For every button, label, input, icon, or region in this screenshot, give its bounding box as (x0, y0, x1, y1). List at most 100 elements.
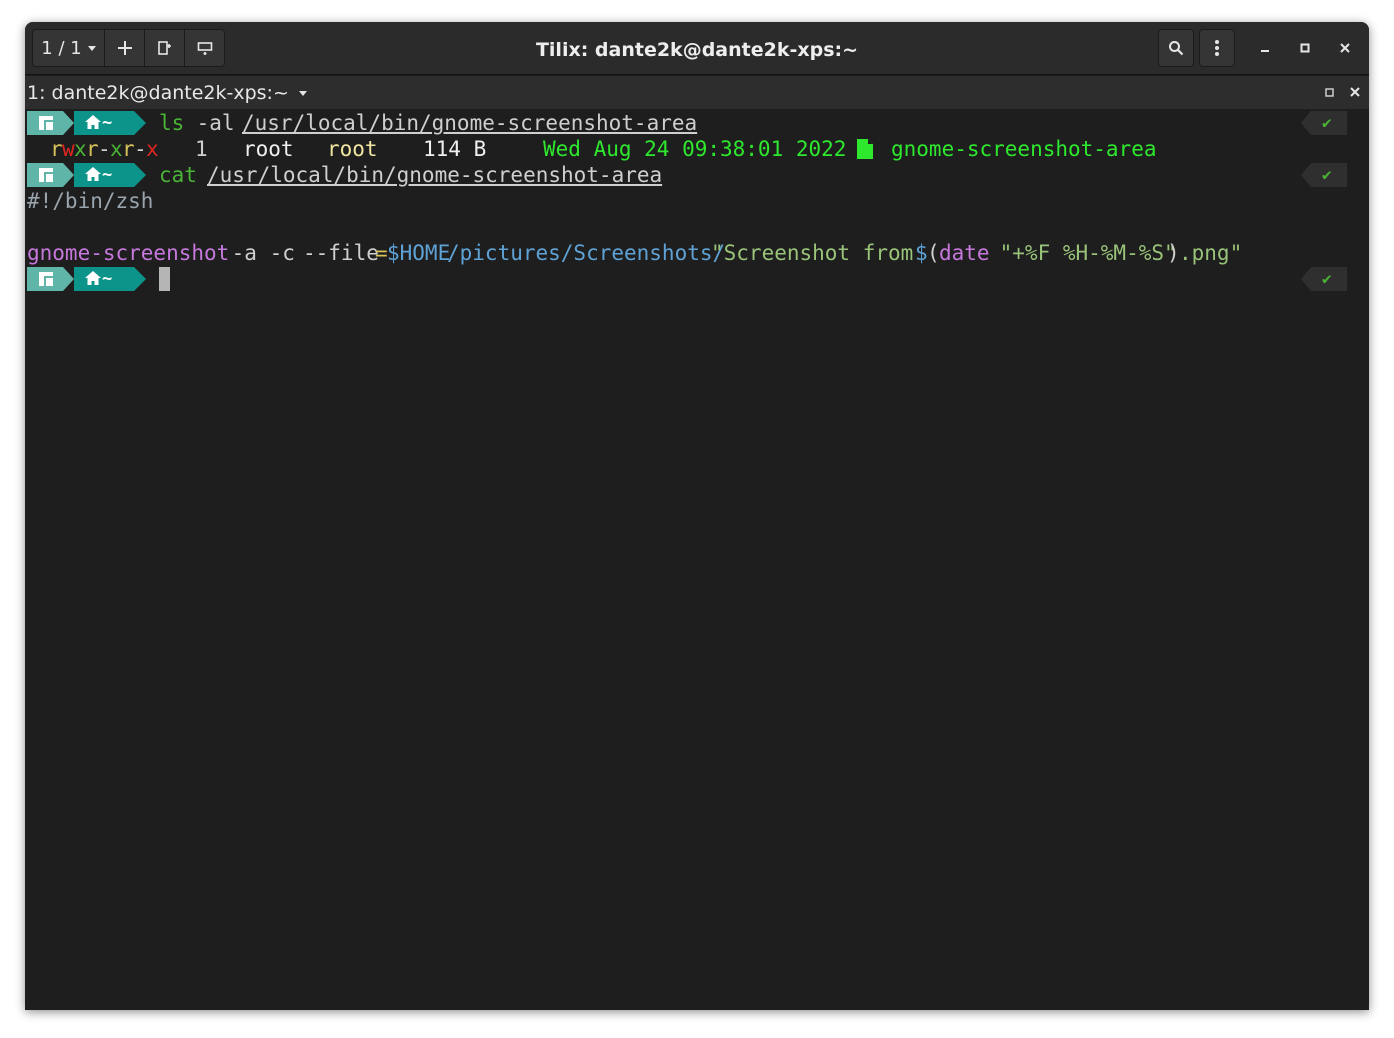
prompt-os-segment (27, 267, 63, 291)
session-switcher-button[interactable]: 1 / 1 (33, 30, 105, 66)
file-icon (857, 139, 873, 159)
session-toolbar: 1 / 1 (32, 29, 225, 67)
command-args: -al (184, 111, 248, 135)
title-bar: 1 / 1 Tilix: dante2k@dante2k-xps:~ (25, 22, 1369, 75)
search-button[interactable] (1158, 29, 1194, 67)
prompt-dir-segment: ~ (74, 111, 134, 135)
script-paren: ( (927, 241, 940, 265)
command-name: cat (159, 163, 197, 187)
pane-close-button[interactable] (1347, 84, 1363, 100)
split-down-icon (197, 42, 212, 55)
split-right-icon (157, 41, 171, 55)
modified-date: Wed Aug 24 09:38:01 2022 (543, 137, 847, 161)
prompt-dir-text: ~ (102, 269, 113, 289)
output-line: gnome-screenshot -a -c --file = $HOME /p… (25, 240, 1369, 266)
prompt-separator (134, 111, 146, 135)
manjaro-logo-icon (39, 272, 53, 286)
perm-char: r (122, 137, 135, 161)
script-string: "Screenshot from (711, 241, 926, 265)
exit-status-segment: ✔ (1301, 163, 1347, 187)
session-count-label: 1 / 1 (41, 37, 82, 59)
menu-button[interactable] (1199, 29, 1235, 67)
prompt-separator (63, 163, 74, 187)
home-icon (85, 115, 101, 129)
manjaro-logo-icon (39, 168, 53, 182)
script-subcommand: date (939, 241, 990, 265)
terminal-title-bar: 1: dante2k@dante2k-xps:~ (25, 76, 1369, 109)
ls-output-line: r w x r - x r - x 1 root root 114 B Wed … (25, 136, 1369, 162)
checkmark-icon: ✔ (1322, 269, 1332, 288)
home-icon (85, 167, 101, 181)
script-variable: $HOME (387, 241, 451, 265)
command-path: /usr/local/bin/gnome-screenshot-area (242, 111, 698, 135)
script-option: --file (303, 241, 379, 265)
script-string: "+%F %H-%M-%S" (987, 241, 1177, 265)
close-button[interactable] (1332, 35, 1358, 61)
output-line: #!/bin/zsh (25, 188, 1369, 214)
file-name: gnome-screenshot-area (891, 137, 1157, 161)
link-count: 1 (195, 137, 208, 161)
checkmark-icon: ✔ (1322, 165, 1332, 184)
maximize-button[interactable] (1292, 35, 1318, 61)
tilix-window: 1 / 1 Tilix: dante2k@dante2k-xps:~ 1: da… (25, 22, 1369, 1010)
search-icon (1169, 41, 1184, 56)
prompt-dir-segment: ~ (74, 163, 134, 187)
minimize-button[interactable] (1252, 35, 1278, 61)
prompt-os-segment (27, 163, 63, 187)
script-string: .png" (1179, 241, 1243, 265)
minimize-icon (1261, 50, 1269, 52)
add-terminal-down-button[interactable] (185, 30, 224, 66)
perm-char: - (134, 137, 147, 161)
prompt-os-segment (27, 111, 63, 135)
exit-status-segment: ✔ (1301, 267, 1347, 291)
owner: root (243, 137, 294, 161)
script-options: -a -c (219, 241, 308, 265)
script-command: gnome-screenshot (27, 241, 230, 265)
plus-icon (117, 41, 132, 55)
terminal-area[interactable]: ~ ls -al /usr/local/bin/gnome-screenshot… (25, 110, 1369, 1010)
add-terminal-button[interactable] (105, 30, 145, 66)
perm-char: x (146, 137, 159, 161)
script-equals: = (375, 241, 388, 265)
maximize-icon (1300, 43, 1310, 53)
prompt-separator (63, 111, 74, 135)
close-icon (1340, 43, 1350, 53)
close-icon (1350, 87, 1360, 97)
chevron-down-icon (298, 90, 307, 96)
prompt-separator (63, 267, 74, 291)
perm-char: - (98, 137, 111, 161)
prompt-separator (134, 163, 146, 187)
prompt-line: ~ ls -al /usr/local/bin/gnome-screenshot… (25, 110, 1369, 136)
perm-char: r (86, 137, 99, 161)
terminal-title: 1: dante2k@dante2k-xps:~ (27, 82, 289, 104)
perm-char: x (74, 137, 87, 161)
active-prompt-line[interactable]: ~ ✔ (25, 266, 1369, 292)
prompt-line: ~ cat /usr/local/bin/gnome-screenshot-ar… (25, 162, 1369, 188)
prompt-dir-text: ~ (102, 113, 113, 133)
terminal-title-menu[interactable]: 1: dante2k@dante2k-xps:~ (27, 81, 307, 105)
checkmark-icon: ✔ (1322, 113, 1332, 132)
kebab-menu-icon (1215, 40, 1219, 56)
command-path: /usr/local/bin/gnome-screenshot-area (207, 163, 663, 187)
perm-char: w (62, 137, 75, 161)
command-name: ls (159, 111, 185, 135)
file-size: 114 B (423, 137, 487, 161)
perm-char: x (110, 137, 123, 161)
script-path: /pictures/Screenshots/ (447, 241, 726, 265)
text-cursor (159, 267, 170, 291)
maximize-icon (1324, 87, 1334, 97)
add-terminal-right-button[interactable] (145, 30, 185, 66)
prompt-separator (134, 267, 146, 291)
script-paren: ) (1167, 241, 1180, 265)
perm-char: r (50, 137, 63, 161)
prompt-dir-text: ~ (102, 165, 113, 185)
home-icon (85, 271, 101, 285)
prompt-dir-segment: ~ (74, 267, 134, 291)
shebang: #!/bin/zsh (27, 189, 154, 213)
pane-maximize-button[interactable] (1321, 84, 1337, 100)
group: root (327, 137, 378, 161)
script-dollar: $ (915, 241, 928, 265)
manjaro-logo-icon (39, 116, 53, 130)
exit-status-segment: ✔ (1301, 111, 1347, 135)
chevron-down-icon (87, 45, 96, 51)
